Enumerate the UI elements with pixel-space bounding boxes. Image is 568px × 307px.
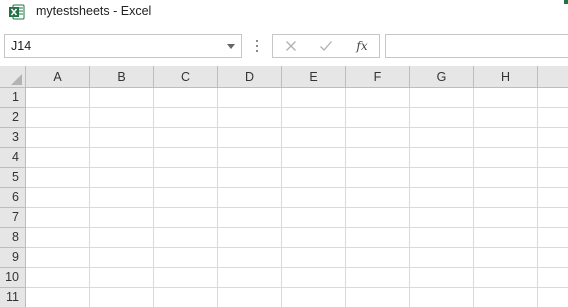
gridline-horizontal (26, 267, 568, 268)
column-header[interactable]: B (90, 66, 154, 88)
row-header[interactable]: 6 (0, 188, 25, 208)
column-header[interactable]: G (410, 66, 474, 88)
chevron-down-icon[interactable] (227, 44, 235, 49)
formula-bar-grip-icon[interactable] (255, 40, 259, 52)
gridline-horizontal (26, 247, 568, 248)
row-header[interactable]: 7 (0, 208, 25, 228)
checkmark-icon (320, 41, 332, 51)
gridline-horizontal (26, 127, 568, 128)
gridline-vertical (537, 88, 538, 307)
title-bar: mytestsheets - Excel (0, 0, 568, 24)
column-header[interactable]: H (474, 66, 538, 88)
name-box-value: J14 (11, 39, 32, 53)
gridline-horizontal (26, 207, 568, 208)
row-header[interactable]: 4 (0, 148, 25, 168)
gridline-horizontal (26, 287, 568, 288)
select-all-icon (11, 74, 22, 85)
formula-input[interactable] (385, 34, 568, 58)
row-headers: 1 2 3 4 5 6 7 8 9 10 11 (0, 88, 26, 307)
enter-button[interactable] (313, 36, 339, 56)
window-title: mytestsheets - Excel (36, 4, 152, 18)
spreadsheet-grid: ABCDEFGH 1 2 3 4 5 6 7 8 9 10 11 (0, 66, 568, 307)
gridline-horizontal (26, 147, 568, 148)
column-header[interactable]: E (282, 66, 346, 88)
column-header[interactable]: C (154, 66, 218, 88)
select-all-button[interactable] (0, 66, 26, 88)
window-accent (564, 0, 568, 4)
row-header[interactable]: 9 (0, 248, 25, 268)
gridline-horizontal (26, 227, 568, 228)
column-header[interactable]: D (218, 66, 282, 88)
column-header[interactable]: A (26, 66, 90, 88)
row-header[interactable]: 3 (0, 128, 25, 148)
row-header[interactable]: 5 (0, 168, 25, 188)
gridline-horizontal (26, 167, 568, 168)
formula-bar: J14 fx (0, 32, 568, 60)
row-header[interactable]: 11 (0, 288, 25, 307)
gridline-horizontal (26, 107, 568, 108)
insert-function-button[interactable]: fx (349, 36, 375, 56)
excel-logo-icon (9, 4, 25, 20)
close-icon (286, 41, 296, 51)
column-header[interactable]: F (346, 66, 410, 88)
gridline-vertical (473, 88, 474, 307)
gridline-horizontal (26, 187, 568, 188)
gridline-vertical (345, 88, 346, 307)
row-header[interactable]: 10 (0, 268, 25, 288)
name-box[interactable]: J14 (4, 34, 242, 58)
cancel-button[interactable] (278, 36, 304, 56)
cell-area[interactable] (26, 88, 568, 307)
column-headers: ABCDEFGH (0, 66, 568, 88)
row-header[interactable]: 1 (0, 88, 25, 108)
gridline-vertical (409, 88, 410, 307)
row-header[interactable]: 2 (0, 108, 25, 128)
gridline-vertical (89, 88, 90, 307)
formula-buttons: fx (272, 34, 380, 58)
row-header[interactable]: 8 (0, 228, 25, 248)
gridline-vertical (217, 88, 218, 307)
gridline-vertical (281, 88, 282, 307)
gridline-vertical (153, 88, 154, 307)
